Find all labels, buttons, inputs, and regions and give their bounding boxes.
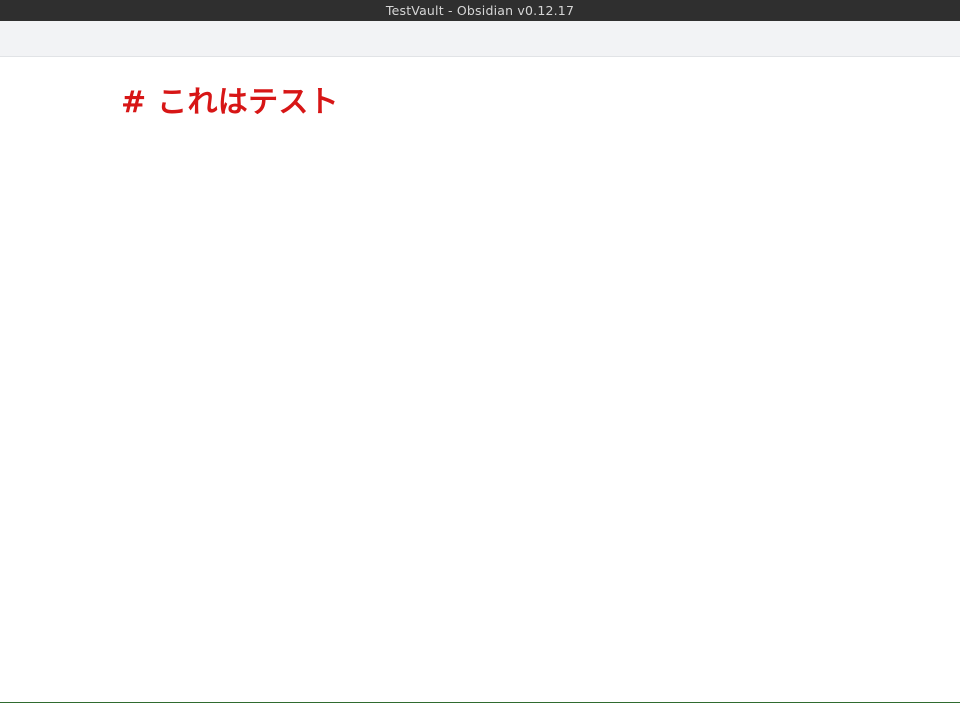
heading-line[interactable]: # これはテスト xyxy=(121,83,339,123)
markdown-editor[interactable]: # これはテスト xyxy=(0,57,960,702)
window-titlebar[interactable]: TestVault - Obsidian v0.12.17 xyxy=(0,0,960,21)
window-title: TestVault - Obsidian v0.12.17 xyxy=(385,3,575,18)
obsidian-window: TestVault - Obsidian v0.12.17 # これはテスト xyxy=(0,0,960,703)
view-header-toolbar xyxy=(0,21,960,57)
